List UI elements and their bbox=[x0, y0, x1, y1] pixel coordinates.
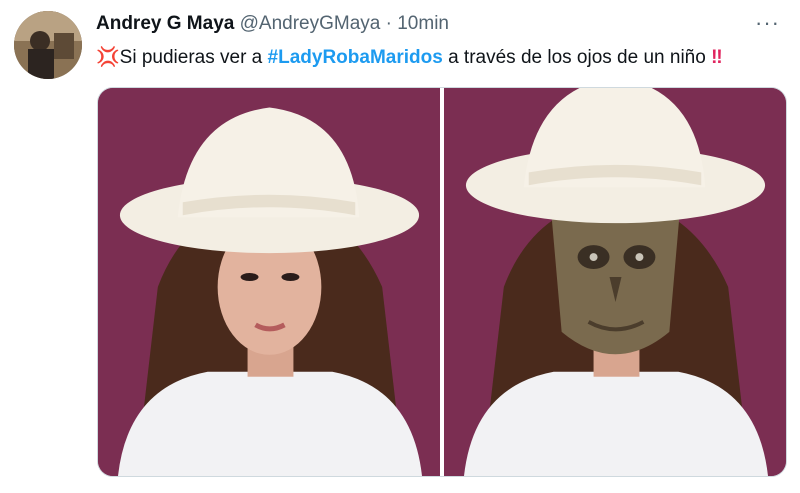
tweet-media bbox=[97, 87, 787, 477]
separator-dot: · bbox=[385, 13, 392, 34]
anger-emoji-icon: 💢 bbox=[96, 47, 120, 68]
double-exclamation-icon: ‼ bbox=[711, 47, 723, 68]
hashtag-link[interactable]: #LadyRobaMaridos bbox=[268, 47, 443, 68]
more-options-icon[interactable]: ··· bbox=[755, 10, 780, 36]
author-handle[interactable]: @AndreyGMaya bbox=[240, 13, 381, 34]
timestamp[interactable]: 10min bbox=[397, 13, 449, 34]
tweet-text: 💢Si pudieras ver a #LadyRobaMaridos a tr… bbox=[96, 45, 723, 71]
tweet-text-after: a través de los ojos de un niño bbox=[442, 47, 706, 68]
avatar[interactable] bbox=[14, 11, 82, 79]
photo-right[interactable] bbox=[444, 88, 786, 476]
tweet-text-before: Si pudieras ver a bbox=[119, 47, 268, 68]
skull-face-portrait-image bbox=[444, 88, 786, 476]
author-name[interactable]: Andrey G Maya bbox=[96, 13, 234, 34]
tweet-header: Andrey G Maya @AndreyGMaya · 10min bbox=[96, 12, 449, 36]
avatar-image bbox=[14, 11, 82, 79]
woman-portrait-image bbox=[98, 88, 440, 476]
photo-left[interactable] bbox=[98, 88, 440, 476]
